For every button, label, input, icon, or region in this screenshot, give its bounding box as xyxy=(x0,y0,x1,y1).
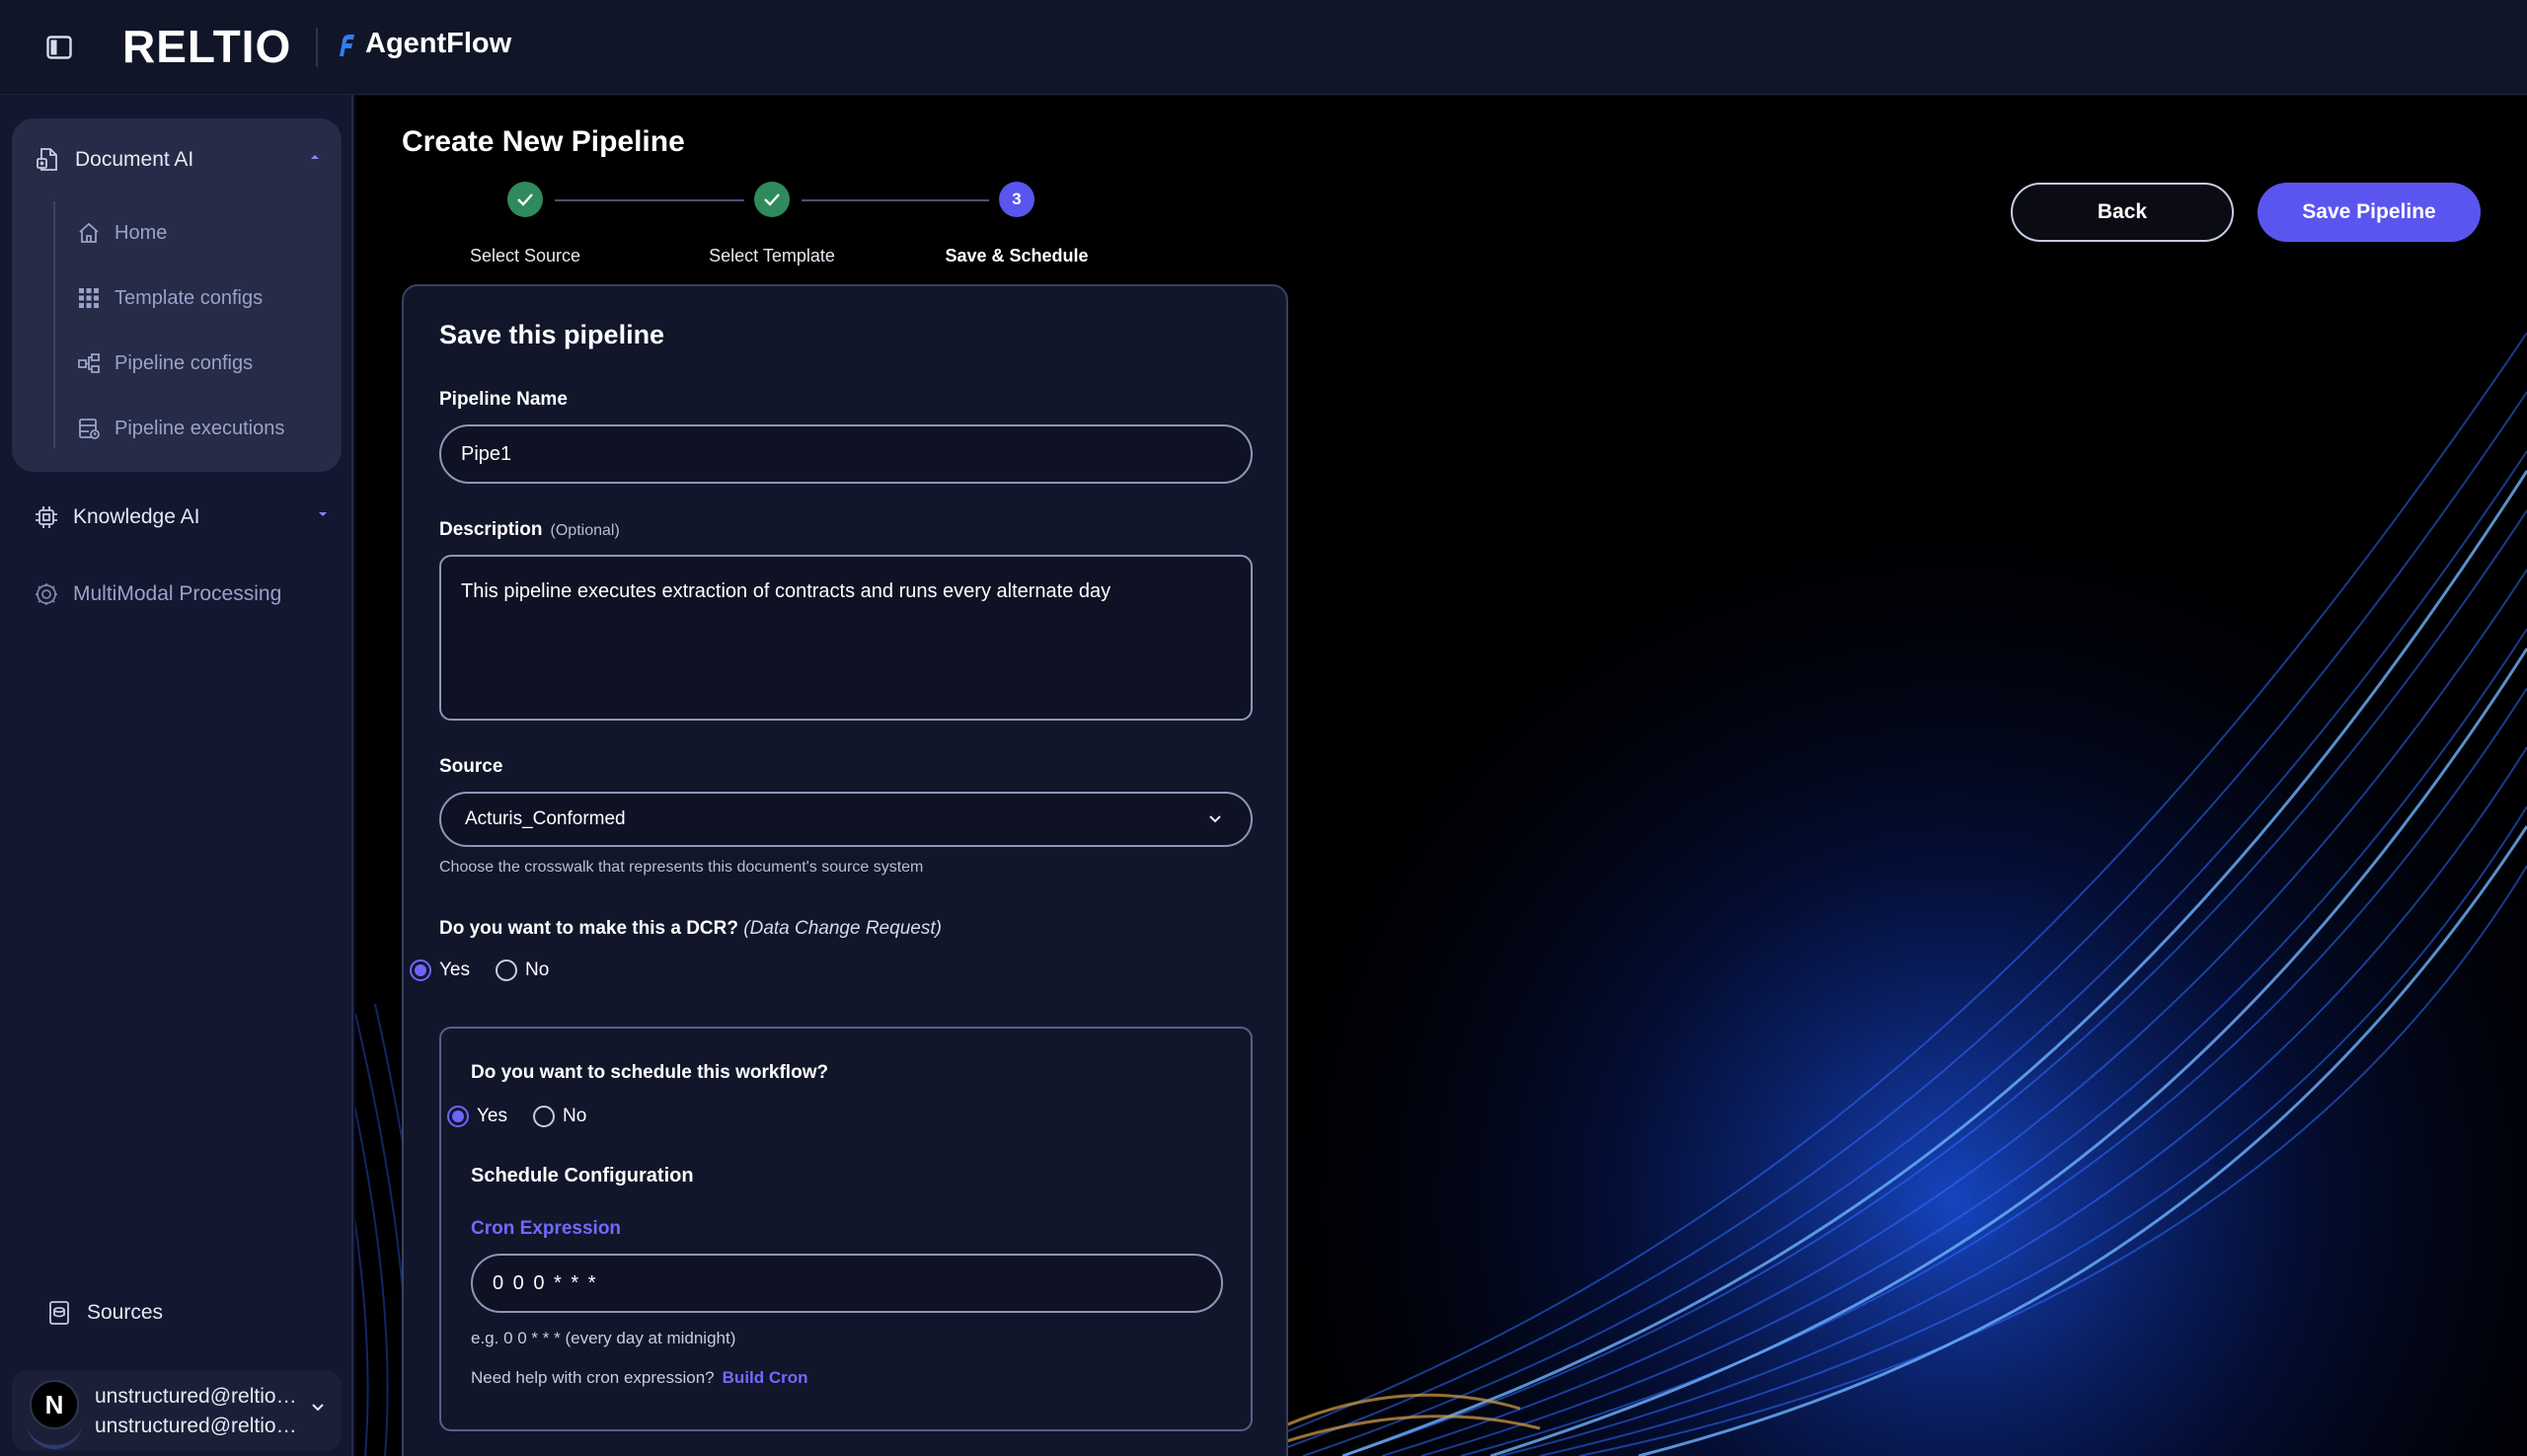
sidebar-item-multimodal-processing[interactable]: MultiModal Processing xyxy=(34,573,330,616)
cron-expression-label: Cron Expression xyxy=(471,1218,622,1239)
stepper: 3 Select Source Select Template Save & S… xyxy=(355,96,1342,293)
description-textarea[interactable]: This pipeline executes extraction of con… xyxy=(439,555,1253,721)
chevron-down-icon xyxy=(1209,815,1221,823)
save-pipeline-form: Save this pipeline Pipeline Name Descrip… xyxy=(402,284,1288,1456)
sidebar-item-knowledge-ai[interactable]: Knowledge AI xyxy=(34,496,330,539)
radio-label: Yes xyxy=(477,1106,507,1126)
pipeline-icon xyxy=(78,353,100,373)
home-icon xyxy=(79,222,99,243)
user-email: unstructured@reltio.com xyxy=(95,1415,302,1437)
save-pipeline-button[interactable]: Save Pipeline xyxy=(2258,183,2481,242)
source-label: Source xyxy=(439,756,503,777)
schedule-section: Do you want to schedule this workflow? Y… xyxy=(439,1027,1253,1431)
radio-label: No xyxy=(525,959,550,980)
brand-logo: RELTIO xyxy=(122,21,292,72)
step-2-complete-icon xyxy=(754,182,790,217)
executions-icon xyxy=(79,419,100,439)
user-menu[interactable]: N unstructured@reltio.com unstructured@r… xyxy=(12,1370,342,1451)
radio-label: No xyxy=(563,1106,587,1126)
cron-help-label: Need help with cron expression? xyxy=(471,1368,715,1387)
description-label: Description (Optional) xyxy=(439,519,620,541)
sources-icon xyxy=(49,1301,69,1325)
source-helper-text: Choose the crosswalk that represents thi… xyxy=(439,859,924,876)
sidebar-toggle-icon[interactable] xyxy=(43,33,75,62)
sidebar-item-label: Template configs xyxy=(115,286,264,309)
sidebar-item-pipeline-executions[interactable]: Pipeline executions xyxy=(77,409,324,448)
sidebar-item-document-ai[interactable]: Document AI xyxy=(36,140,322,180)
cron-hint-text: e.g. 0 0 * * * (every day at midnight) xyxy=(471,1329,736,1347)
schedule-question: Do you want to schedule this workflow? xyxy=(471,1062,829,1083)
radio-unchecked-icon xyxy=(496,959,517,981)
pipeline-name-label: Pipeline Name xyxy=(439,389,568,410)
schedule-config-title: Schedule Configuration xyxy=(471,1165,694,1187)
brand-divider xyxy=(316,28,318,67)
cron-expression-input[interactable] xyxy=(471,1254,1223,1313)
build-cron-link[interactable]: Build Cron xyxy=(723,1368,808,1387)
schedule-radio-group: Yes No xyxy=(441,1106,586,1127)
chevron-down-icon[interactable] xyxy=(316,509,330,519)
sidebar-item-label: Sources xyxy=(87,1301,164,1324)
product-logo: AgentFlow xyxy=(334,28,511,60)
dcr-yes-radio[interactable]: Yes xyxy=(410,959,470,981)
form-title: Save this pipeline xyxy=(439,320,665,349)
agentflow-logo-icon xyxy=(340,34,354,56)
dcr-question: Do you want to make this a DCR? (Data Ch… xyxy=(439,918,942,940)
chevron-down-icon[interactable] xyxy=(310,1402,326,1414)
step-1-complete-icon xyxy=(507,182,543,217)
description-label-text: Description xyxy=(439,519,543,540)
avatar: N xyxy=(30,1380,79,1429)
sidebar-item-label: MultiModal Processing xyxy=(73,582,282,605)
chip-icon xyxy=(36,506,57,528)
schedule-no-radio[interactable]: No xyxy=(533,1106,586,1127)
step-3-indicator: 3 xyxy=(999,182,1034,217)
radio-checked-icon xyxy=(447,1106,469,1127)
sidebar-item-label: Pipeline executions xyxy=(115,417,285,439)
step-label-save-schedule: Save & Schedule xyxy=(945,246,1089,266)
radio-label: Yes xyxy=(439,959,470,980)
step-connector xyxy=(555,199,744,201)
source-select-value: Acturis_Conformed xyxy=(465,808,626,829)
tree-line xyxy=(53,201,55,448)
dcr-question-text: Do you want to make this a DCR? xyxy=(439,918,738,939)
pipeline-name-input[interactable] xyxy=(439,424,1253,484)
sidebar: Document AI Home Template configs Pipeli… xyxy=(0,95,353,1456)
top-bar: RELTIO AgentFlow xyxy=(0,0,2527,95)
grid-icon xyxy=(79,288,99,308)
sidebar-item-home[interactable]: Home xyxy=(77,213,324,253)
step-label-select-template: Select Template xyxy=(709,246,835,266)
sidebar-item-label: Knowledge AI xyxy=(73,505,200,528)
chevron-up-icon[interactable] xyxy=(308,152,322,162)
sidebar-item-label: Home xyxy=(115,221,168,244)
step-connector xyxy=(802,199,989,201)
product-name: AgentFlow xyxy=(365,28,512,59)
dcr-no-radio[interactable]: No xyxy=(496,959,549,981)
document-ai-icon xyxy=(37,148,57,171)
dcr-question-note: (Data Change Request) xyxy=(743,918,942,939)
sidebar-item-sources[interactable]: Sources xyxy=(47,1291,304,1335)
back-button[interactable]: Back xyxy=(2011,183,2234,242)
multimodal-icon xyxy=(36,583,57,605)
dcr-radio-group: Yes No xyxy=(410,959,549,981)
schedule-yes-radio[interactable]: Yes xyxy=(447,1106,507,1127)
sidebar-item-label: Pipeline configs xyxy=(115,351,254,374)
sidebar-group-document-ai: Document AI Home Template configs Pipeli… xyxy=(12,118,342,472)
step-label-select-source: Select Source xyxy=(469,246,581,266)
cron-help-text: Need help with cron expression? Build Cro… xyxy=(471,1368,808,1388)
main-content: Create New Pipeline 3 Select Source Sele… xyxy=(355,96,2527,1456)
sidebar-item-label: Document AI xyxy=(75,148,194,171)
user-name: unstructured@reltio.com xyxy=(95,1385,302,1408)
sidebar-item-pipeline-configs[interactable]: Pipeline configs xyxy=(77,344,324,383)
source-select[interactable]: Acturis_Conformed xyxy=(439,792,1253,847)
optional-tag: (Optional) xyxy=(550,522,620,539)
radio-checked-icon xyxy=(410,959,431,981)
radio-unchecked-icon xyxy=(533,1106,555,1127)
sidebar-item-template-configs[interactable]: Template configs xyxy=(77,278,324,318)
